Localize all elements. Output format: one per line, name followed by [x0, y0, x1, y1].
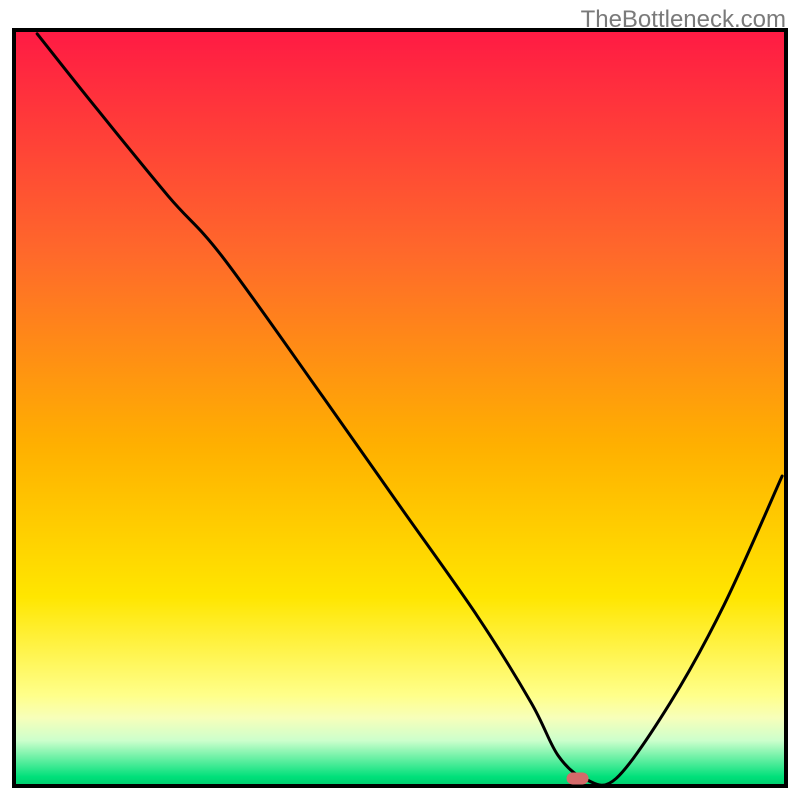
optimal-marker [567, 772, 589, 784]
bottleneck-chart: TheBottleneck.com [0, 0, 800, 800]
watermark-label: TheBottleneck.com [581, 6, 786, 34]
chart-svg [0, 0, 800, 800]
gradient-background [14, 30, 786, 786]
